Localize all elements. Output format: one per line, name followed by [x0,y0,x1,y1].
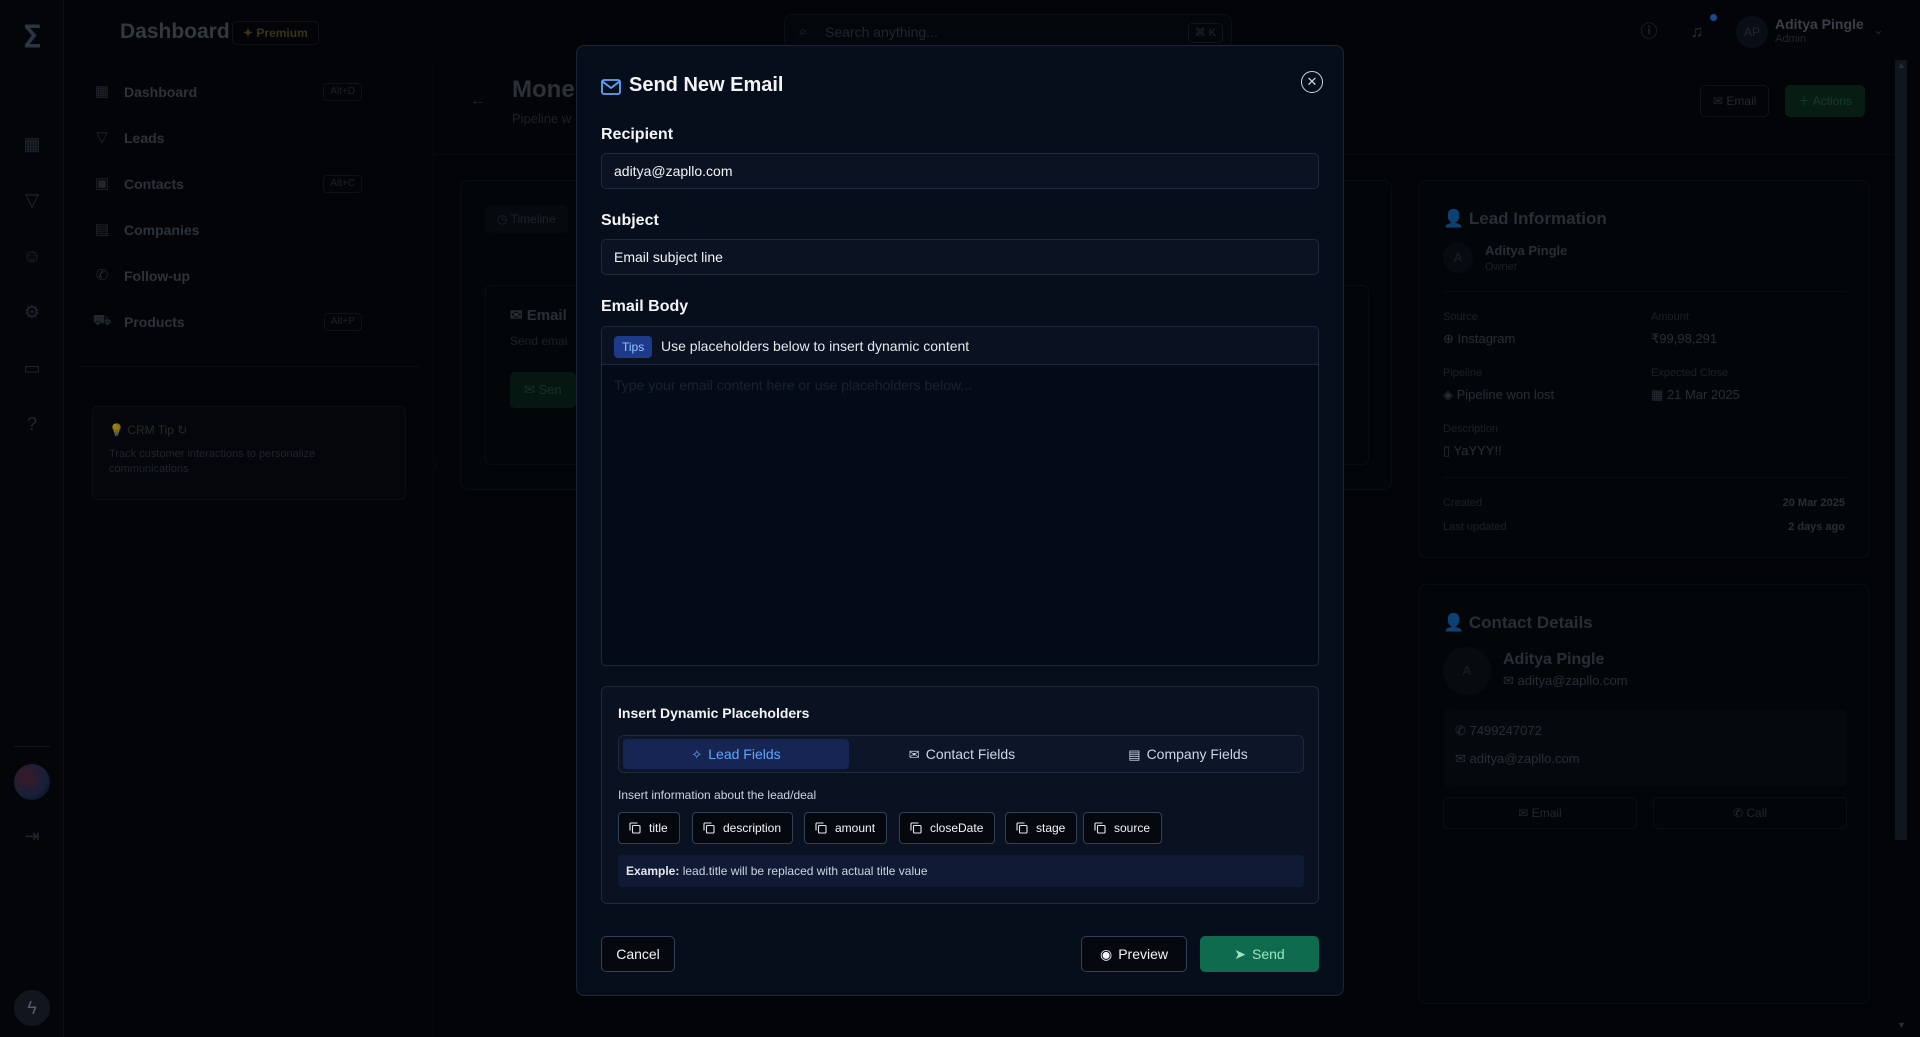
subject-label: Subject [601,212,659,229]
copy-icon [815,822,827,834]
mail-icon: ✉ [908,747,920,762]
email-body-editor[interactable]: Tips Use placeholders below to insert dy… [601,326,1319,666]
email-body-label: Email Body [601,298,689,315]
copy-icon [703,822,715,834]
example-label: Example: [626,864,680,878]
preview-button[interactable]: ◉ Preview [1081,936,1187,972]
eye-icon: ◉ [1099,946,1113,962]
copy-icon [629,822,641,834]
placeholder-tabs: ✧ Lead Fields ✉ Contact Fields ▤ Company Fi… [618,735,1304,773]
recipient-field[interactable]: aditya@zapllo.com [601,153,1319,189]
chip-label: closeDate [930,821,984,835]
placeholder-chip-description[interactable]: description [692,812,794,844]
tips-badge: Tips [614,336,653,358]
example-text: lead.title will be replaced with actual … [679,864,928,878]
chip-label: description [723,821,782,835]
placeholders-title: Insert Dynamic Placeholders [618,705,810,721]
subject-field[interactable]: Email subject line [601,239,1319,275]
placeholders-card: Insert Dynamic Placeholders ✧ Lead Fields… [601,686,1319,904]
chip-label: source [1114,821,1151,835]
send-button[interactable]: ➤ Send [1200,936,1319,972]
placeholder-chip-stage[interactable]: stage [1005,812,1078,844]
placeholder-chip-source[interactable]: source [1083,812,1163,844]
tips-text: Use placeholders below to insert dynamic… [661,338,970,354]
preview-label: Preview [1118,946,1168,962]
copy-icon [1016,822,1028,834]
email-body-placeholder: Type your email content here or use plac… [614,377,972,393]
send-icon: ➤ [1234,946,1247,962]
chip-label: stage [1036,821,1066,835]
chip-label: amount [835,821,876,835]
close-icon[interactable]: ✕ [1301,71,1323,93]
tab-contact-fields-label: Contact Fields [925,746,1016,762]
chip-label: title [649,821,668,835]
copy-icon [910,822,922,834]
tips-bar: Tips Use placeholders below to insert dy… [602,327,1318,365]
building-icon: ▤ [1128,747,1141,762]
tab-contact-fields[interactable]: ✉ Contact Fields [849,739,1075,769]
send-label: Send [1252,946,1285,962]
cancel-button[interactable]: Cancel [601,936,675,972]
modal-title: Send New Email [629,74,784,96]
copy-icon [1094,822,1106,834]
placeholder-chip-closedate[interactable]: closeDate [899,812,996,844]
mail-icon [601,79,621,95]
send-email-modal: Send New Email ✕ Recipient aditya@zapllo… [576,45,1344,996]
tab-lead-fields[interactable]: ✧ Lead Fields [623,739,849,769]
placeholder-chip-amount[interactable]: amount [804,812,888,844]
fields-description: Insert information about the lead/deal [618,788,817,802]
recipient-label: Recipient [601,126,674,143]
example-note: Example: lead.title will be replaced wit… [618,855,1304,887]
tab-company-fields[interactable]: ▤ Company Fields [1075,739,1301,769]
placeholder-chip-title[interactable]: title [618,812,680,844]
sparkle-icon: ✧ [691,747,703,762]
tab-company-fields-label: Company Fields [1146,746,1248,762]
tab-lead-fields-label: Lead Fields [708,746,781,762]
